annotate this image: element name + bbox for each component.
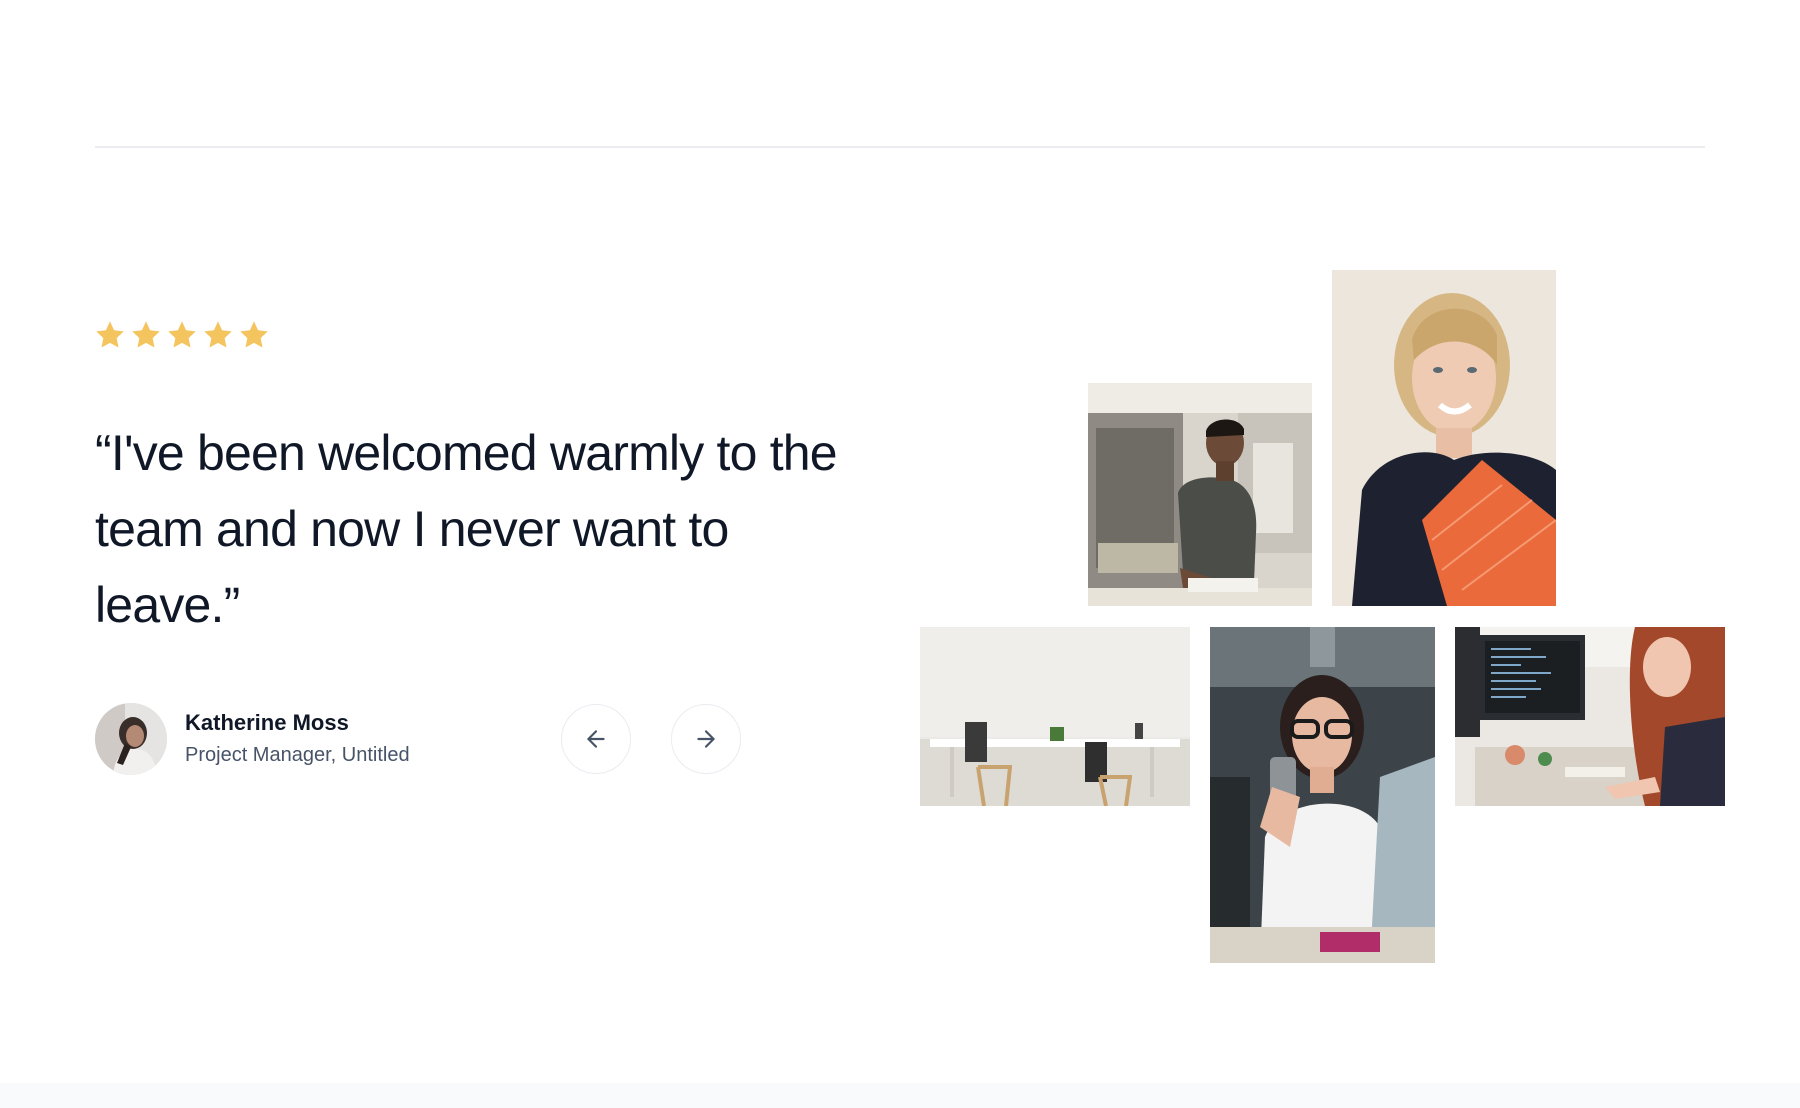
photo-woman-coding [1455,627,1725,806]
star-icon [132,321,160,348]
arrow-left-icon [587,730,605,748]
rating-stars [94,319,270,351]
avatar [95,703,167,775]
previous-testimonial-button[interactable] [561,704,631,774]
author-role: Project Manager, Untitled [185,744,410,766]
arrow-right-icon [697,730,715,748]
testimonial-section: “I've been welcomed warmly to the team a… [0,0,1800,1108]
photo-smiling-woman [1332,270,1556,606]
author-block: Katherine Moss Project Manager, Untitled [95,703,410,775]
star-icon [204,321,232,348]
star-icon [168,321,196,348]
photo-man-at-desk [1088,383,1312,606]
photo-office-space [920,627,1190,806]
star-icon [96,321,124,348]
section-divider [95,146,1705,148]
star-icon [240,321,268,348]
testimonial-quote: “I've been welcomed warmly to the team a… [95,425,838,633]
author-name: Katherine Moss [185,710,349,735]
next-testimonial-button[interactable] [671,704,741,774]
photo-woman-with-phone [1210,627,1435,963]
footer-band [0,1083,1800,1108]
